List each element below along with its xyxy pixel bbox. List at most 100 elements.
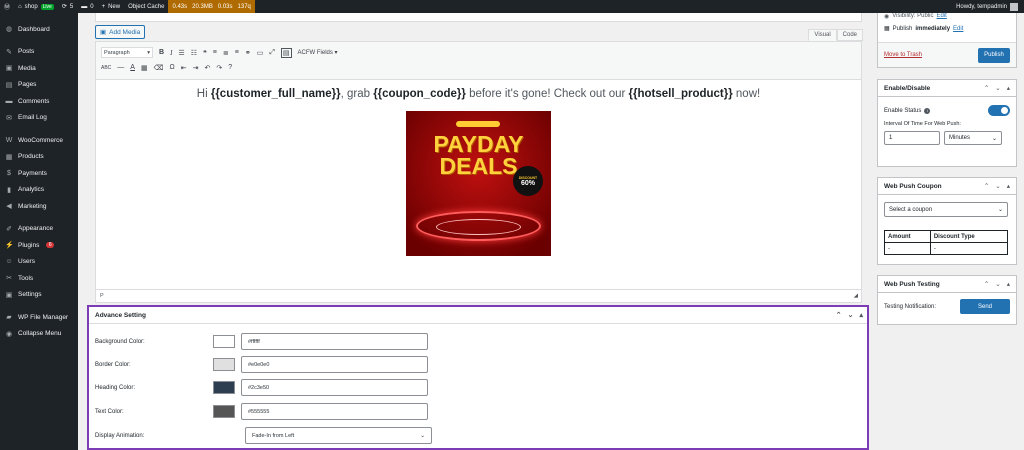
color-value-input[interactable]: #555555 bbox=[241, 403, 428, 420]
sidebar-item-collapse-menu[interactable]: ◉ Collapse Menu bbox=[0, 326, 78, 343]
editor-box: Paragraph ▾ B I ☰ ☷ ❝ ≡ ≣ ≡ ⚭ ▭ ⤢ ▤ ACFW … bbox=[95, 41, 862, 303]
strikethrough-icon[interactable]: ABC bbox=[101, 65, 111, 71]
animation-select[interactable]: Fade-In from Left ⌄ bbox=[245, 427, 432, 444]
sidebar-item-plugins[interactable]: ⚡ Plugins 6 bbox=[0, 237, 78, 254]
acfw-fields-menu[interactable]: ACFW Fields ▾ bbox=[298, 49, 338, 56]
resize-handle-icon[interactable]: ◢ bbox=[854, 293, 861, 299]
sidebar-item-appearance[interactable]: ✐ Appearance bbox=[0, 221, 78, 238]
move-up-icon[interactable]: ⌃ bbox=[984, 182, 989, 190]
collapse-toggle-icon[interactable]: ▴ bbox=[1007, 280, 1010, 288]
color-swatch[interactable] bbox=[213, 358, 235, 371]
tab-visual[interactable]: Visual bbox=[808, 29, 837, 41]
undo-icon[interactable]: ↶ bbox=[204, 64, 210, 72]
sidebar-item-pages[interactable]: ▤ Pages bbox=[0, 77, 78, 94]
enable-disable-header[interactable]: Enable/Disable ⌃ ⌄ ▴ bbox=[878, 80, 1016, 97]
interval-input[interactable]: 1 bbox=[884, 131, 940, 145]
testing-header[interactable]: Web Push Testing ⌃ ⌄ ▴ bbox=[878, 276, 1016, 293]
move-to-trash-link[interactable]: Move to Trash bbox=[884, 52, 922, 58]
sidebar-item-media[interactable]: ▣ Media bbox=[0, 60, 78, 77]
help-icon[interactable]: ? bbox=[228, 64, 232, 71]
sidebar-item-wp-file-manager[interactable]: ▰ WP File Manager bbox=[0, 309, 78, 326]
fullscreen-icon[interactable]: ⤢ bbox=[269, 49, 275, 57]
color-value-input[interactable]: #2c3e50 bbox=[241, 379, 428, 396]
color-swatch[interactable] bbox=[213, 405, 235, 418]
publish-edit-link[interactable]: Edit bbox=[953, 26, 963, 32]
add-media-button[interactable]: ▣ Add Media bbox=[95, 25, 146, 39]
visibility-edit-link[interactable]: Edit bbox=[937, 13, 947, 19]
numbered-list-icon[interactable]: ☷ bbox=[191, 49, 197, 57]
collapse-icon: ◉ bbox=[5, 330, 13, 338]
sidebar-item-woocommerce[interactable]: W WooCommerce bbox=[0, 132, 78, 149]
object-cache-link[interactable]: Object Cache bbox=[124, 0, 168, 13]
collapse-toggle-icon[interactable]: ▴ bbox=[1007, 182, 1010, 190]
collapse-toggle-icon[interactable]: ▴ bbox=[1007, 84, 1010, 92]
new-content-link[interactable]: + New bbox=[98, 0, 125, 13]
promo-image[interactable]: PAYDAY DEALS DISCOUNT 60% bbox=[406, 111, 551, 256]
move-down-icon[interactable]: ⌄ bbox=[995, 84, 1000, 92]
sidebar-item-payments[interactable]: $ Payments bbox=[0, 165, 78, 182]
move-up-icon[interactable]: ⌃ bbox=[836, 311, 842, 319]
align-center-icon[interactable]: ≣ bbox=[223, 49, 229, 57]
color-value-input[interactable]: #ffffff bbox=[241, 333, 428, 350]
italic-icon[interactable]: I bbox=[170, 49, 172, 57]
align-right-icon[interactable]: ≡ bbox=[235, 49, 239, 56]
sidebar-item-email-log[interactable]: ✉ Email Log bbox=[0, 110, 78, 127]
move-up-icon[interactable]: ⌃ bbox=[984, 280, 989, 288]
enable-status-toggle[interactable] bbox=[988, 105, 1010, 116]
products-icon: ▦ bbox=[5, 153, 13, 161]
sidebar-item-analytics[interactable]: ▮ Analytics bbox=[0, 182, 78, 199]
bold-icon[interactable]: B bbox=[159, 49, 164, 56]
read-more-icon[interactable]: ▭ bbox=[257, 49, 264, 57]
text-color-icon[interactable]: A bbox=[130, 64, 135, 71]
color-swatch[interactable] bbox=[213, 335, 235, 348]
account-menu[interactable]: Howdy, tempadmin bbox=[956, 2, 1024, 11]
comments-link[interactable]: ▬ 0 bbox=[77, 0, 97, 13]
indent-icon[interactable]: ⇥ bbox=[193, 64, 199, 72]
link-icon[interactable]: ⚭ bbox=[245, 49, 251, 57]
move-down-icon[interactable]: ⌄ bbox=[848, 311, 854, 319]
clear-format-icon[interactable]: ⌫ bbox=[154, 64, 164, 72]
sidebar-item-comments[interactable]: ▬ Comments bbox=[0, 93, 78, 110]
sidebar-item-users[interactable]: ☺ Users bbox=[0, 254, 78, 271]
format-select[interactable]: Paragraph ▾ bbox=[101, 47, 153, 58]
redo-icon[interactable]: ↷ bbox=[216, 64, 222, 72]
outdent-icon[interactable]: ⇤ bbox=[181, 64, 187, 72]
collapse-toggle-icon[interactable]: ▴ bbox=[859, 311, 863, 319]
sidebar-item-dashboard[interactable]: ◍ Dashboard bbox=[0, 21, 78, 38]
updates-link[interactable]: ⟳ 5 bbox=[58, 0, 77, 13]
wp-logo-icon[interactable]: Ⓦ bbox=[0, 0, 14, 13]
sidebar-item-products[interactable]: ▦ Products bbox=[0, 149, 78, 166]
align-left-icon[interactable]: ≡ bbox=[213, 49, 217, 56]
sidebar-item-tools[interactable]: ✂ Tools bbox=[0, 270, 78, 287]
paste-text-icon[interactable]: ▦ bbox=[141, 64, 148, 72]
enable-disable-title: Enable/Disable bbox=[884, 84, 931, 92]
publish-button[interactable]: Publish bbox=[978, 47, 1010, 63]
site-name-link[interactable]: ⌂ shop Live bbox=[14, 0, 58, 13]
tab-code[interactable]: Code bbox=[836, 29, 863, 41]
color-value-input[interactable]: #e0e0e0 bbox=[241, 356, 428, 373]
sidebar-item-settings[interactable]: ▣ Settings bbox=[0, 287, 78, 304]
toolbar-toggle-icon[interactable]: ▤ bbox=[280, 47, 292, 58]
send-button[interactable]: Send bbox=[960, 299, 1010, 314]
move-down-icon[interactable]: ⌄ bbox=[995, 182, 1000, 190]
query-monitor-link[interactable]: 0.43s 20.3MB 0.03s 137q bbox=[168, 0, 255, 13]
bullet-list-icon[interactable]: ☰ bbox=[178, 49, 184, 57]
move-up-icon[interactable]: ⌃ bbox=[984, 84, 989, 92]
title-field-remnant[interactable] bbox=[95, 13, 862, 22]
sidebar-item-posts[interactable]: ✎ Posts bbox=[0, 44, 78, 61]
horizontal-line-icon[interactable]: — bbox=[117, 64, 124, 71]
sidebar-item-label: Payments bbox=[18, 169, 47, 177]
coupon-header[interactable]: Web Push Coupon ⌃ ⌄ ▴ bbox=[878, 178, 1016, 195]
move-down-icon[interactable]: ⌄ bbox=[995, 280, 1000, 288]
editor-content[interactable]: Hi {{customer_full_name}}, grab {{coupon… bbox=[96, 80, 861, 288]
sidebar-item-marketing[interactable]: ◀ Marketing bbox=[0, 198, 78, 215]
chevron-down-icon: ⌄ bbox=[991, 135, 997, 142]
interval-unit-select[interactable]: Minutes ⌄ bbox=[944, 131, 1002, 145]
special-char-icon[interactable]: Ω bbox=[169, 64, 174, 71]
coupon-select[interactable]: Select a coupon ⌄ bbox=[884, 202, 1008, 217]
testing-label: Testing Notification: bbox=[884, 303, 937, 310]
advance-setting-header[interactable]: Advance Setting ⌃ ⌄ ▴ bbox=[89, 307, 867, 324]
blockquote-icon[interactable]: ❝ bbox=[203, 49, 207, 57]
color-swatch[interactable] bbox=[213, 381, 235, 394]
publish-time-row: ▦ Publish immediately Edit bbox=[878, 19, 1016, 33]
